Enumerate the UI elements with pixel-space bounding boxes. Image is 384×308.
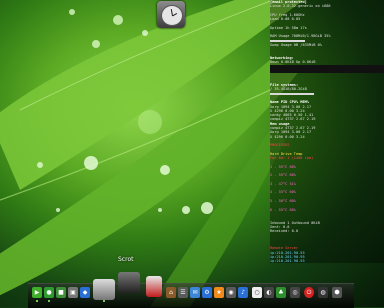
- dock-item-gray-3[interactable]: ◉: [226, 287, 236, 298]
- dock-item-gray-1[interactable]: ▣: [68, 287, 78, 298]
- dock-item-green-4[interactable]: ♣: [276, 287, 286, 298]
- conky-line: ip:210.201.90.55: [270, 259, 305, 263]
- conky-system-monitor: [email protected] Linux 2.6.32-generic on…: [270, 0, 384, 263]
- dock-running-indicator: [103, 300, 105, 302]
- dock-item-camera-icon[interactable]: [118, 272, 140, 293]
- dock-item-gray-4[interactable]: ⬢: [332, 287, 342, 298]
- conky-line: Down 0.0KiB Up 0.0KiB: [270, 60, 316, 65]
- dock-item-green-1[interactable]: ▶: [32, 287, 42, 298]
- clock-face-icon: [161, 5, 183, 26]
- dock-item-dark-1[interactable]: ◐: [264, 287, 274, 298]
- dock-item-blue-1[interactable]: ◆: [80, 287, 90, 298]
- clock-widget[interactable]: [157, 1, 185, 28]
- dock-item-orange-1[interactable]: ★: [214, 287, 224, 298]
- dock-item-dark-3[interactable]: ◍: [318, 287, 328, 298]
- dock-item-dark-2[interactable]: ◎: [290, 287, 300, 298]
- dock-item-green-2[interactable]: ●: [44, 287, 54, 298]
- dock-item-gray-2[interactable]: ☰: [178, 287, 188, 298]
- dock-item-power-icon[interactable]: ⏻: [304, 287, 314, 298]
- dock-item-green-3[interactable]: ■: [56, 287, 66, 298]
- dock-running-indicator: [36, 300, 38, 302]
- dock-item-blue-3[interactable]: ⚙: [202, 287, 212, 298]
- dock-item-blue-2[interactable]: ✉: [190, 287, 200, 298]
- dock-item-blue-4[interactable]: ♪: [238, 287, 248, 298]
- dock-tooltip: Scrot: [118, 256, 134, 263]
- conky-lines: [email protected] Linux 2.6.32-generic on…: [270, 0, 384, 263]
- conky-usage-bar-fill: [270, 39, 305, 42]
- conky-usage-bar-fill: [270, 92, 314, 95]
- dock-running-indicator: [48, 300, 50, 302]
- dock-item-red-box-icon[interactable]: [146, 276, 162, 297]
- conky-network-graph: [270, 65, 384, 74]
- dock-item-brown-1[interactable]: ⌂: [166, 287, 176, 298]
- dock-item-white-1[interactable]: ○: [252, 287, 262, 298]
- dock-item-scrot-icon[interactable]: [93, 279, 115, 300]
